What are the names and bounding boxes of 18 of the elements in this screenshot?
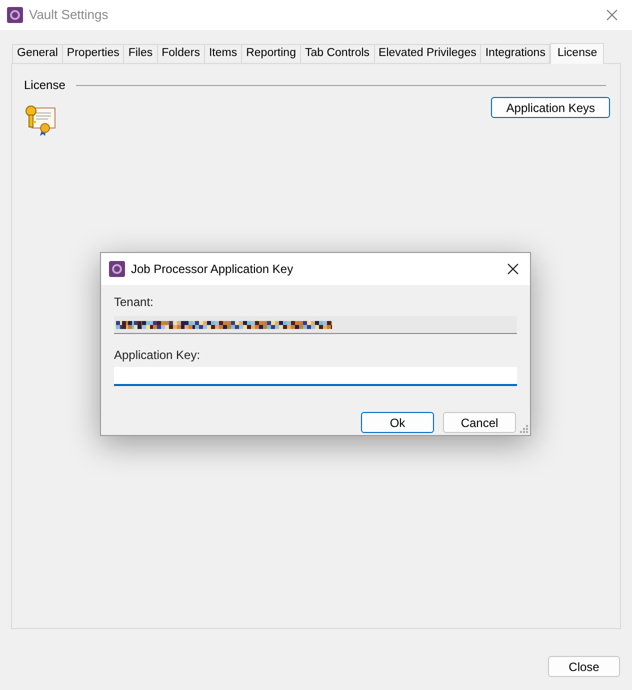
tab[interactable]: License: [550, 43, 604, 64]
application-key-label: Application Key:: [114, 347, 202, 364]
app-icon: [7, 7, 23, 23]
tab[interactable]: Integrations: [480, 44, 550, 63]
resize-grip-icon[interactable]: [520, 425, 528, 433]
close-button[interactable]: Close: [548, 656, 620, 677]
app-icon: [109, 261, 125, 277]
window-title: Vault Settings: [29, 6, 108, 24]
ok-button[interactable]: Ok: [361, 412, 434, 433]
cancel-button[interactable]: Cancel: [443, 412, 516, 433]
close-icon[interactable]: [506, 262, 520, 276]
tab[interactable]: General: [12, 44, 63, 63]
application-key-field[interactable]: [114, 367, 517, 386]
tenant-label: Tenant:: [114, 294, 154, 311]
dialog-title: Job Processor Application Key: [131, 261, 294, 278]
section-heading: License: [24, 77, 66, 94]
application-keys-button[interactable]: Application Keys: [491, 97, 610, 118]
certificate-key-icon: [24, 104, 58, 138]
